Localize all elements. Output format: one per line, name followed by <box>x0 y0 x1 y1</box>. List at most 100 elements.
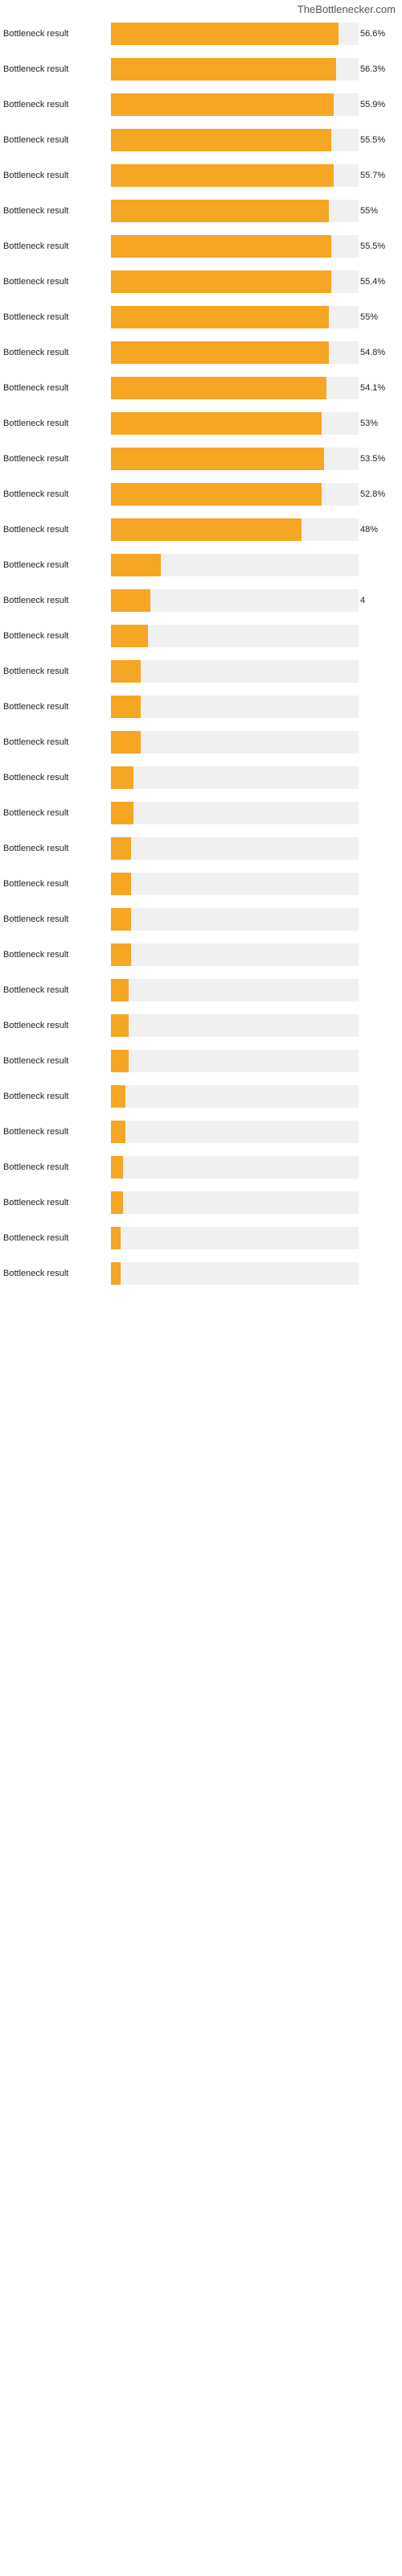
bar-fill <box>111 1262 121 1285</box>
bar-row: Bottleneck result55.5% <box>0 233 362 259</box>
bar-label: Bottleneck result <box>3 312 108 322</box>
bar-container <box>111 766 359 789</box>
bar-value: 55.4% <box>360 277 391 287</box>
bar-fill <box>111 837 131 860</box>
bar-row-wrapper: Bottleneck result56.3% <box>0 56 402 82</box>
bar-label: Bottleneck result <box>3 808 108 818</box>
bar-container: 55% <box>111 200 359 222</box>
bar-row-wrapper: Bottleneck result <box>0 871 402 897</box>
bar-row: Bottleneck result <box>0 552 362 578</box>
bar-value: 53% <box>360 419 391 428</box>
bar-row-wrapper: Bottleneck result <box>0 1119 402 1145</box>
bar-fill <box>111 908 131 931</box>
bar-fill <box>111 1156 123 1179</box>
bar-value: 54.1% <box>360 383 391 393</box>
bar-label: Bottleneck result <box>3 1092 108 1101</box>
bar-row: Bottleneck result <box>0 1048 362 1074</box>
bar-label: Bottleneck result <box>3 1021 108 1030</box>
bar-row: Bottleneck result53.5% <box>0 446 362 472</box>
bar-fill <box>111 23 338 45</box>
bar-row-wrapper: Bottleneck result 55.4% <box>0 269 402 295</box>
bar-row-wrapper: Bottleneck result <box>0 694 402 720</box>
site-title: TheBottlenecker.com <box>297 3 396 15</box>
bar-row-wrapper: Bottleneck result 53.5% <box>0 446 402 472</box>
bar-container: 4 <box>111 589 359 612</box>
bar-row: Bottleneck result <box>0 906 362 932</box>
bar-row: Bottleneck result55.4% <box>0 269 362 295</box>
bar-container <box>111 554 359 576</box>
bar-row-wrapper: Bottleneck result54.1% <box>0 375 402 401</box>
bar-value: 55.7% <box>360 171 391 180</box>
bar-container <box>111 1050 359 1072</box>
bar-label: Bottleneck result <box>3 29 108 39</box>
bar-row: Bottleneck result <box>0 658 362 684</box>
bar-label: Bottleneck result <box>3 737 108 747</box>
bar-container <box>111 943 359 966</box>
bar-fill <box>111 696 141 718</box>
bar-row: Bottleneck result52.8% <box>0 481 362 507</box>
bar-fill <box>111 660 141 683</box>
bar-container <box>111 802 359 824</box>
bar-row-wrapper: Bottleneck result48% <box>0 517 402 543</box>
bar-fill <box>111 625 148 647</box>
bar-container <box>111 1121 359 1143</box>
bar-container <box>111 1014 359 1037</box>
bar-label: Bottleneck result <box>3 277 108 287</box>
bar-chart: Bottleneck result56.6%Bottleneck result5… <box>0 21 402 1294</box>
bar-label: Bottleneck result <box>3 1233 108 1243</box>
bar-label: Bottleneck result <box>3 773 108 782</box>
bar-row: Bottleneck result <box>0 765 362 791</box>
bar-row: Bottleneck result <box>0 1190 362 1216</box>
site-header: TheBottlenecker.com <box>0 0 402 19</box>
bar-row: Bottleneck result <box>0 1013 362 1038</box>
bar-row: Bottleneck result <box>0 836 362 861</box>
bar-container: 56.6% <box>111 23 359 45</box>
bar-container <box>111 625 359 647</box>
bar-label: Bottleneck result <box>3 454 108 464</box>
bar-label: Bottleneck result <box>3 702 108 712</box>
bar-fill <box>111 589 150 612</box>
bar-fill <box>111 766 133 789</box>
bar-row: Bottleneck result4 <box>0 588 362 613</box>
bar-row-wrapper: Bottleneck result55% <box>0 198 402 224</box>
bar-fill <box>111 58 336 80</box>
bar-container: 54.1% <box>111 377 359 399</box>
bar-label: Bottleneck result <box>3 489 108 499</box>
bar-row-wrapper: Bottleneck result55.7% <box>0 163 402 188</box>
bar-fill <box>111 1227 121 1249</box>
bar-label: Bottleneck result <box>3 383 108 393</box>
bar-fill <box>111 873 131 895</box>
bar-container: 55.9% <box>111 93 359 116</box>
bar-container <box>111 873 359 895</box>
bar-container <box>111 979 359 1001</box>
bar-label: Bottleneck result <box>3 1127 108 1137</box>
bar-value: 53.5% <box>360 454 391 464</box>
bar-row-wrapper: Bottleneck result <box>0 658 402 684</box>
bar-row-wrapper: Bottleneck result <box>0 1225 402 1251</box>
bar-fill <box>111 1050 129 1072</box>
bar-row-wrapper: Bottleneck result55.5% <box>0 233 402 259</box>
bar-fill <box>111 979 129 1001</box>
bar-container <box>111 837 359 860</box>
bar-fill <box>111 377 326 399</box>
bar-value: 55% <box>360 312 391 322</box>
bar-row: Bottleneck result <box>0 977 362 1003</box>
bar-row-wrapper: Bottleneck result4 <box>0 588 402 613</box>
bar-value: 55.5% <box>360 242 391 251</box>
bar-value: 56.6% <box>360 29 391 39</box>
bar-row-wrapper: Bottleneck result <box>0 942 402 968</box>
bar-row: Bottleneck result <box>0 694 362 720</box>
bar-row: Bottleneck result <box>0 871 362 897</box>
bar-container: 48% <box>111 518 359 541</box>
bar-container: 56.3% <box>111 58 359 80</box>
bar-row-wrapper: Bottleneck result <box>0 1261 402 1286</box>
bar-row: Bottleneck result55.9% <box>0 92 362 118</box>
bar-value: 56.3% <box>360 64 391 74</box>
bar-label: Bottleneck result <box>3 135 108 145</box>
bar-row-wrapper: Bottleneck result <box>0 906 402 932</box>
bar-fill <box>111 341 329 364</box>
bar-row: Bottleneck result <box>0 623 362 649</box>
bar-row: Bottleneck result55.7% <box>0 163 362 188</box>
bar-label: Bottleneck result <box>3 64 108 74</box>
bar-fill <box>111 448 324 470</box>
